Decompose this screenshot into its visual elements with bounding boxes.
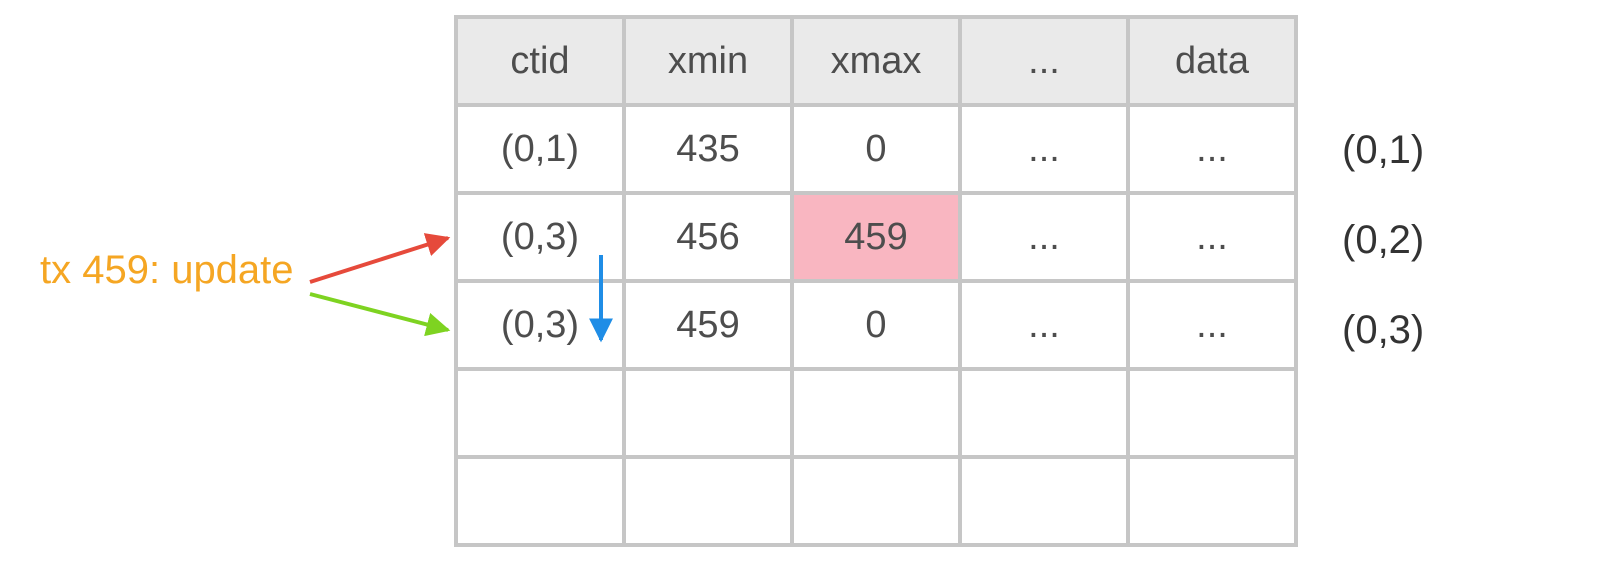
header-ctid: ctid <box>456 17 624 105</box>
header-xmin: xmin <box>624 17 792 105</box>
cell-ctid: (0,1) <box>456 105 624 193</box>
header-dots: ... <box>960 17 1128 105</box>
row-label: (0,2) <box>1334 195 1424 285</box>
table-header-row: ctid xmin xmax ... data <box>456 17 1296 105</box>
cell-xmin: 459 <box>624 281 792 369</box>
arrow-red-icon <box>310 238 448 282</box>
cell-xmin: 435 <box>624 105 792 193</box>
row-label: (0,3) <box>1334 285 1424 375</box>
tx-label: tx 459: update <box>40 248 294 293</box>
cell-xmax: 0 <box>792 105 960 193</box>
cell-ctid: (0,3) <box>456 193 624 281</box>
arrow-green-icon <box>310 294 448 330</box>
cell-data: ... <box>1128 193 1296 281</box>
cell-xmax-highlighted: 459 <box>792 193 960 281</box>
table-row: (0,3) 456 459 ... ... <box>456 193 1296 281</box>
cell-dots: ... <box>960 281 1128 369</box>
cell-data: ... <box>1128 281 1296 369</box>
cell-xmin: 456 <box>624 193 792 281</box>
table-row: (0,1) 435 0 ... ... <box>456 105 1296 193</box>
cell-ctid: (0,3) <box>456 281 624 369</box>
header-data: data <box>1128 17 1296 105</box>
table-row-empty <box>456 369 1296 457</box>
table-row-empty <box>456 457 1296 545</box>
cell-data: ... <box>1128 105 1296 193</box>
header-xmax: xmax <box>792 17 960 105</box>
cell-xmax: 0 <box>792 281 960 369</box>
row-labels: (0,1) (0,2) (0,3) <box>1334 15 1424 375</box>
cell-dots: ... <box>960 105 1128 193</box>
row-label: (0,1) <box>1334 105 1424 195</box>
table-row: (0,3) 459 0 ... ... <box>456 281 1296 369</box>
cell-dots: ... <box>960 193 1128 281</box>
mvcc-table: ctid xmin xmax ... data (0,1) 435 0 ... … <box>454 15 1298 547</box>
